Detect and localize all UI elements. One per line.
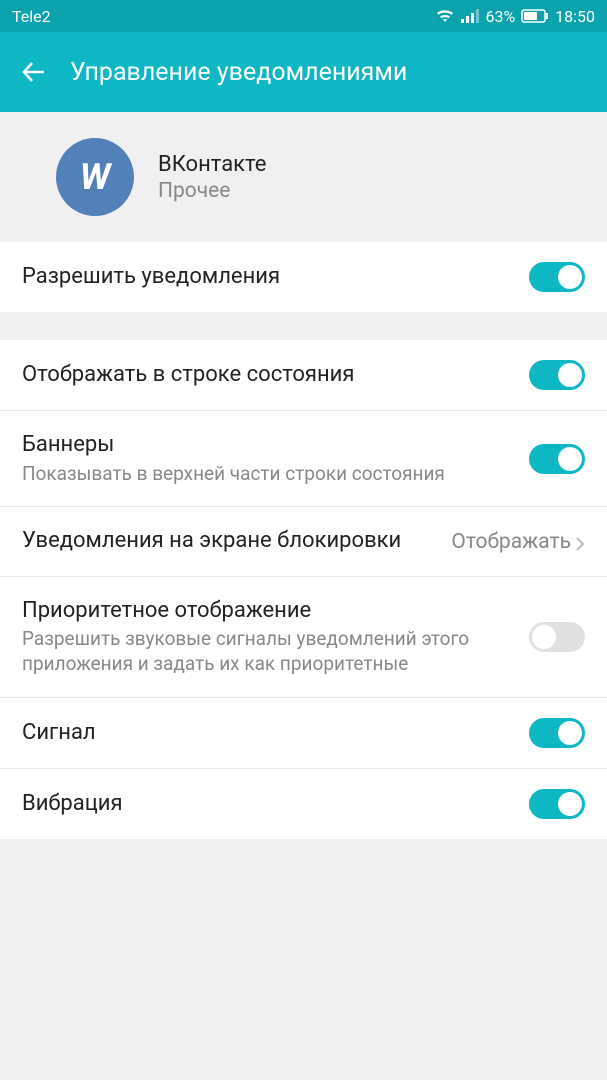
vibration-title: Вибрация — [22, 790, 513, 819]
lock-screen-row[interactable]: Уведомления на экране блокировки Отображ… — [0, 507, 607, 577]
lock-screen-title: Уведомления на экране блокировки — [22, 527, 435, 556]
banners-subtitle: Показывать в верхней части строки состоя… — [22, 462, 513, 487]
carrier-label: Tele2 — [12, 7, 51, 26]
sound-row[interactable]: Сигнал — [0, 698, 607, 769]
header: Управление уведомлениями — [0, 32, 607, 112]
settings-section: Отображать в строке состояния Баннеры По… — [0, 340, 607, 839]
wifi-icon — [435, 8, 455, 24]
priority-toggle[interactable] — [529, 622, 585, 652]
sound-toggle[interactable] — [529, 718, 585, 748]
status-bar-title: Отображать в строке состояния — [22, 361, 513, 390]
signal-icon — [461, 9, 479, 23]
priority-title: Приоритетное отображение — [22, 597, 513, 626]
section-gap — [0, 312, 607, 340]
status-bar-row[interactable]: Отображать в строке состояния — [0, 340, 607, 411]
banners-title: Баннеры — [22, 431, 513, 460]
status-bar: Tele2 63% 18:50 — [0, 0, 607, 32]
time-label: 18:50 — [555, 7, 595, 26]
allow-notifications-row[interactable]: Разрешить уведомления — [0, 242, 607, 312]
app-details: ВКонтакте Прочее — [158, 152, 266, 203]
app-category: Прочее — [158, 179, 266, 203]
banners-row[interactable]: Баннеры Показывать в верхней части строк… — [0, 411, 607, 507]
status-indicators: 63% 18:50 — [435, 7, 595, 26]
sound-title: Сигнал — [22, 719, 513, 748]
vibration-toggle[interactable] — [529, 789, 585, 819]
app-icon: W — [56, 138, 134, 216]
priority-row[interactable]: Приоритетное отображение Разрешить звуко… — [0, 577, 607, 698]
allow-section: Разрешить уведомления — [0, 242, 607, 312]
allow-notifications-toggle[interactable] — [529, 262, 585, 292]
app-info-section: W ВКонтакте Прочее — [0, 112, 607, 242]
banners-toggle[interactable] — [529, 444, 585, 474]
app-name: ВКонтакте — [158, 152, 266, 177]
back-button[interactable] — [18, 56, 50, 88]
vibration-row[interactable]: Вибрация — [0, 769, 607, 839]
allow-notifications-title: Разрешить уведомления — [22, 263, 513, 292]
page-title: Управление уведомлениями — [70, 58, 407, 87]
chevron-right-icon — [575, 534, 585, 550]
priority-subtitle: Разрешить звуковые сигналы уведомлений э… — [22, 627, 513, 676]
battery-percent: 63% — [485, 7, 515, 26]
battery-icon — [521, 9, 549, 23]
status-bar-toggle[interactable] — [529, 360, 585, 390]
lock-screen-value: Отображать — [451, 530, 585, 554]
